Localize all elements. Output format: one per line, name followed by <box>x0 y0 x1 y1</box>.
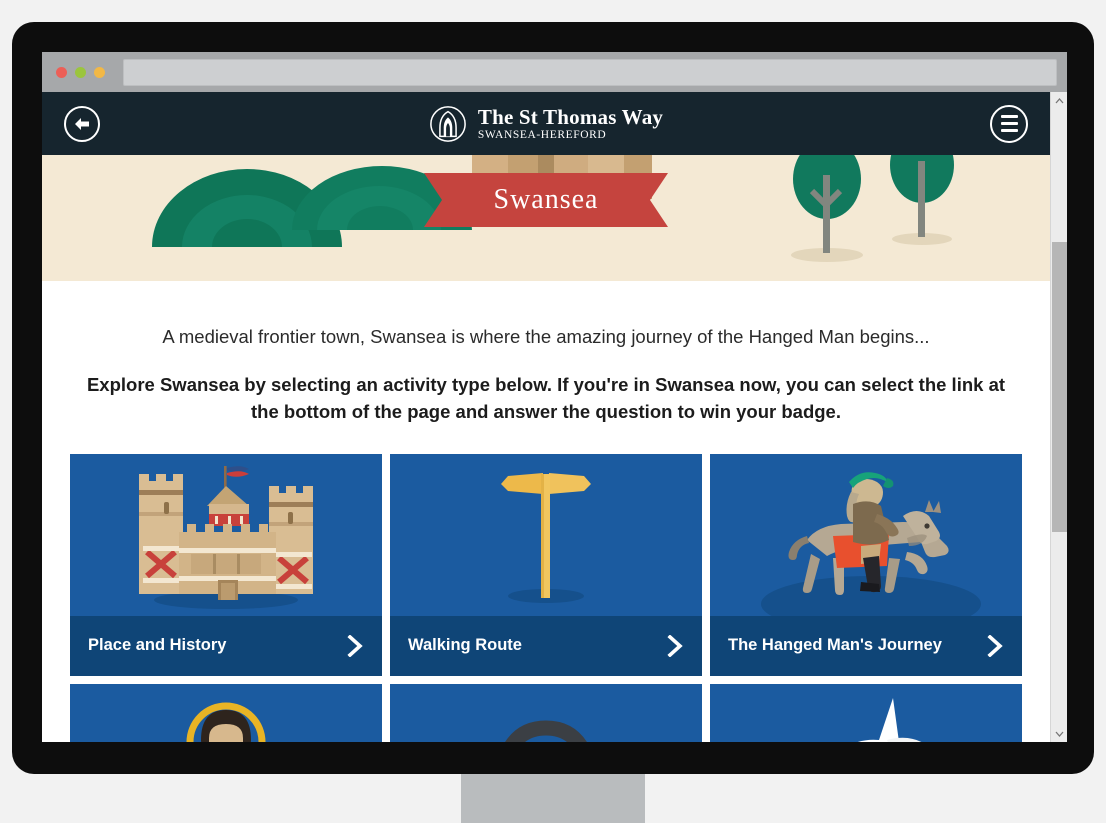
menu-bar-bottom <box>1000 129 1018 132</box>
browser-chrome <box>42 52 1067 92</box>
scroll-up-button[interactable] <box>1051 92 1067 109</box>
close-window-button[interactable] <box>56 66 67 78</box>
saint-icon <box>186 702 266 742</box>
card-place-and-history[interactable]: Place and History <box>70 453 382 676</box>
chevron-up-icon <box>1055 97 1064 103</box>
traffic-lights <box>56 66 113 78</box>
card-art <box>390 453 702 616</box>
dove-icon <box>856 697 923 742</box>
site-header: The St Thomas Way Swansea-Hereford <box>42 92 1050 155</box>
card-hanged-mans-journey[interactable]: The Hanged Man's Journey <box>710 453 1022 676</box>
card-footer: Walking Route <box>390 615 702 676</box>
device-bezel: The St Thomas Way Swansea-Hereford <box>12 22 1094 774</box>
scrollbar-thumb[interactable] <box>1052 242 1067 532</box>
card-art <box>710 683 1022 742</box>
headphones-icon <box>504 720 588 742</box>
chevron-right-icon <box>987 634 1003 657</box>
hamburger-menu-button[interactable] <box>990 104 1028 143</box>
chevron-down-icon <box>1055 731 1064 737</box>
castle-left-tower <box>139 473 183 594</box>
card-art <box>70 683 382 742</box>
scroll-down-button[interactable] <box>1051 725 1067 742</box>
card-label: Place and History <box>88 636 227 655</box>
activity-card-grid-row1: Place and History Walking Route The Hang… <box>70 453 1022 676</box>
castle-icon <box>139 465 313 609</box>
brand-logo: The St Thomas Way Swansea-Hereford <box>42 105 1050 143</box>
chevron-right-icon <box>667 634 683 657</box>
brand-subtitle: Swansea-Hereford <box>477 128 607 141</box>
back-button[interactable] <box>64 105 100 142</box>
signpost-icon <box>501 472 591 603</box>
card-footer: The Hanged Man's Journey <box>710 615 1022 676</box>
page-viewport: The St Thomas Way Swansea-Hereford <box>42 92 1067 742</box>
castle-keep <box>207 485 249 526</box>
menu-bar-top <box>1000 115 1018 118</box>
place-name: Swansea <box>493 184 599 215</box>
card-art <box>390 683 702 742</box>
activity-card-grid-row2 <box>70 683 1022 742</box>
card-dove[interactable] <box>710 683 1022 742</box>
chevron-right-icon <box>347 634 363 657</box>
horse-rider-icon <box>761 471 981 616</box>
place-ribbon: Swansea <box>424 173 668 227</box>
instruction-text: Explore Swansea by selecting an activity… <box>86 373 1006 422</box>
card-label: Walking Route <box>408 636 522 655</box>
card-label: The Hanged Man's Journey <box>728 636 942 655</box>
hero-banner: Swansea <box>42 155 1050 281</box>
brand-title: The St Thomas Way <box>477 104 664 129</box>
browser-window: The St Thomas Way Swansea-Hereford <box>42 52 1067 742</box>
device-stand <box>461 774 645 823</box>
castle-main-block <box>179 523 276 600</box>
card-art <box>70 453 382 616</box>
page-scrollbar[interactable] <box>1050 92 1067 742</box>
card-saint[interactable] <box>70 683 382 742</box>
menu-bar-middle <box>1000 122 1018 125</box>
maximize-window-button[interactable] <box>94 66 105 78</box>
address-bar[interactable] <box>123 58 1057 86</box>
intro-text: A medieval frontier town, Swansea is whe… <box>162 326 930 347</box>
card-art <box>710 453 1022 616</box>
card-audio[interactable] <box>390 683 702 742</box>
page-content: The St Thomas Way Swansea-Hereford <box>42 92 1050 742</box>
brand-text: The St Thomas Way Swansea-Hereford <box>478 106 663 142</box>
card-footer: Place and History <box>70 615 382 676</box>
archway-logo-icon <box>429 105 466 142</box>
card-walking-route[interactable]: Walking Route <box>390 453 702 676</box>
page-body: A medieval frontier town, Swansea is whe… <box>42 281 1050 742</box>
arrow-left-icon <box>75 117 89 130</box>
minimize-window-button[interactable] <box>75 66 86 78</box>
